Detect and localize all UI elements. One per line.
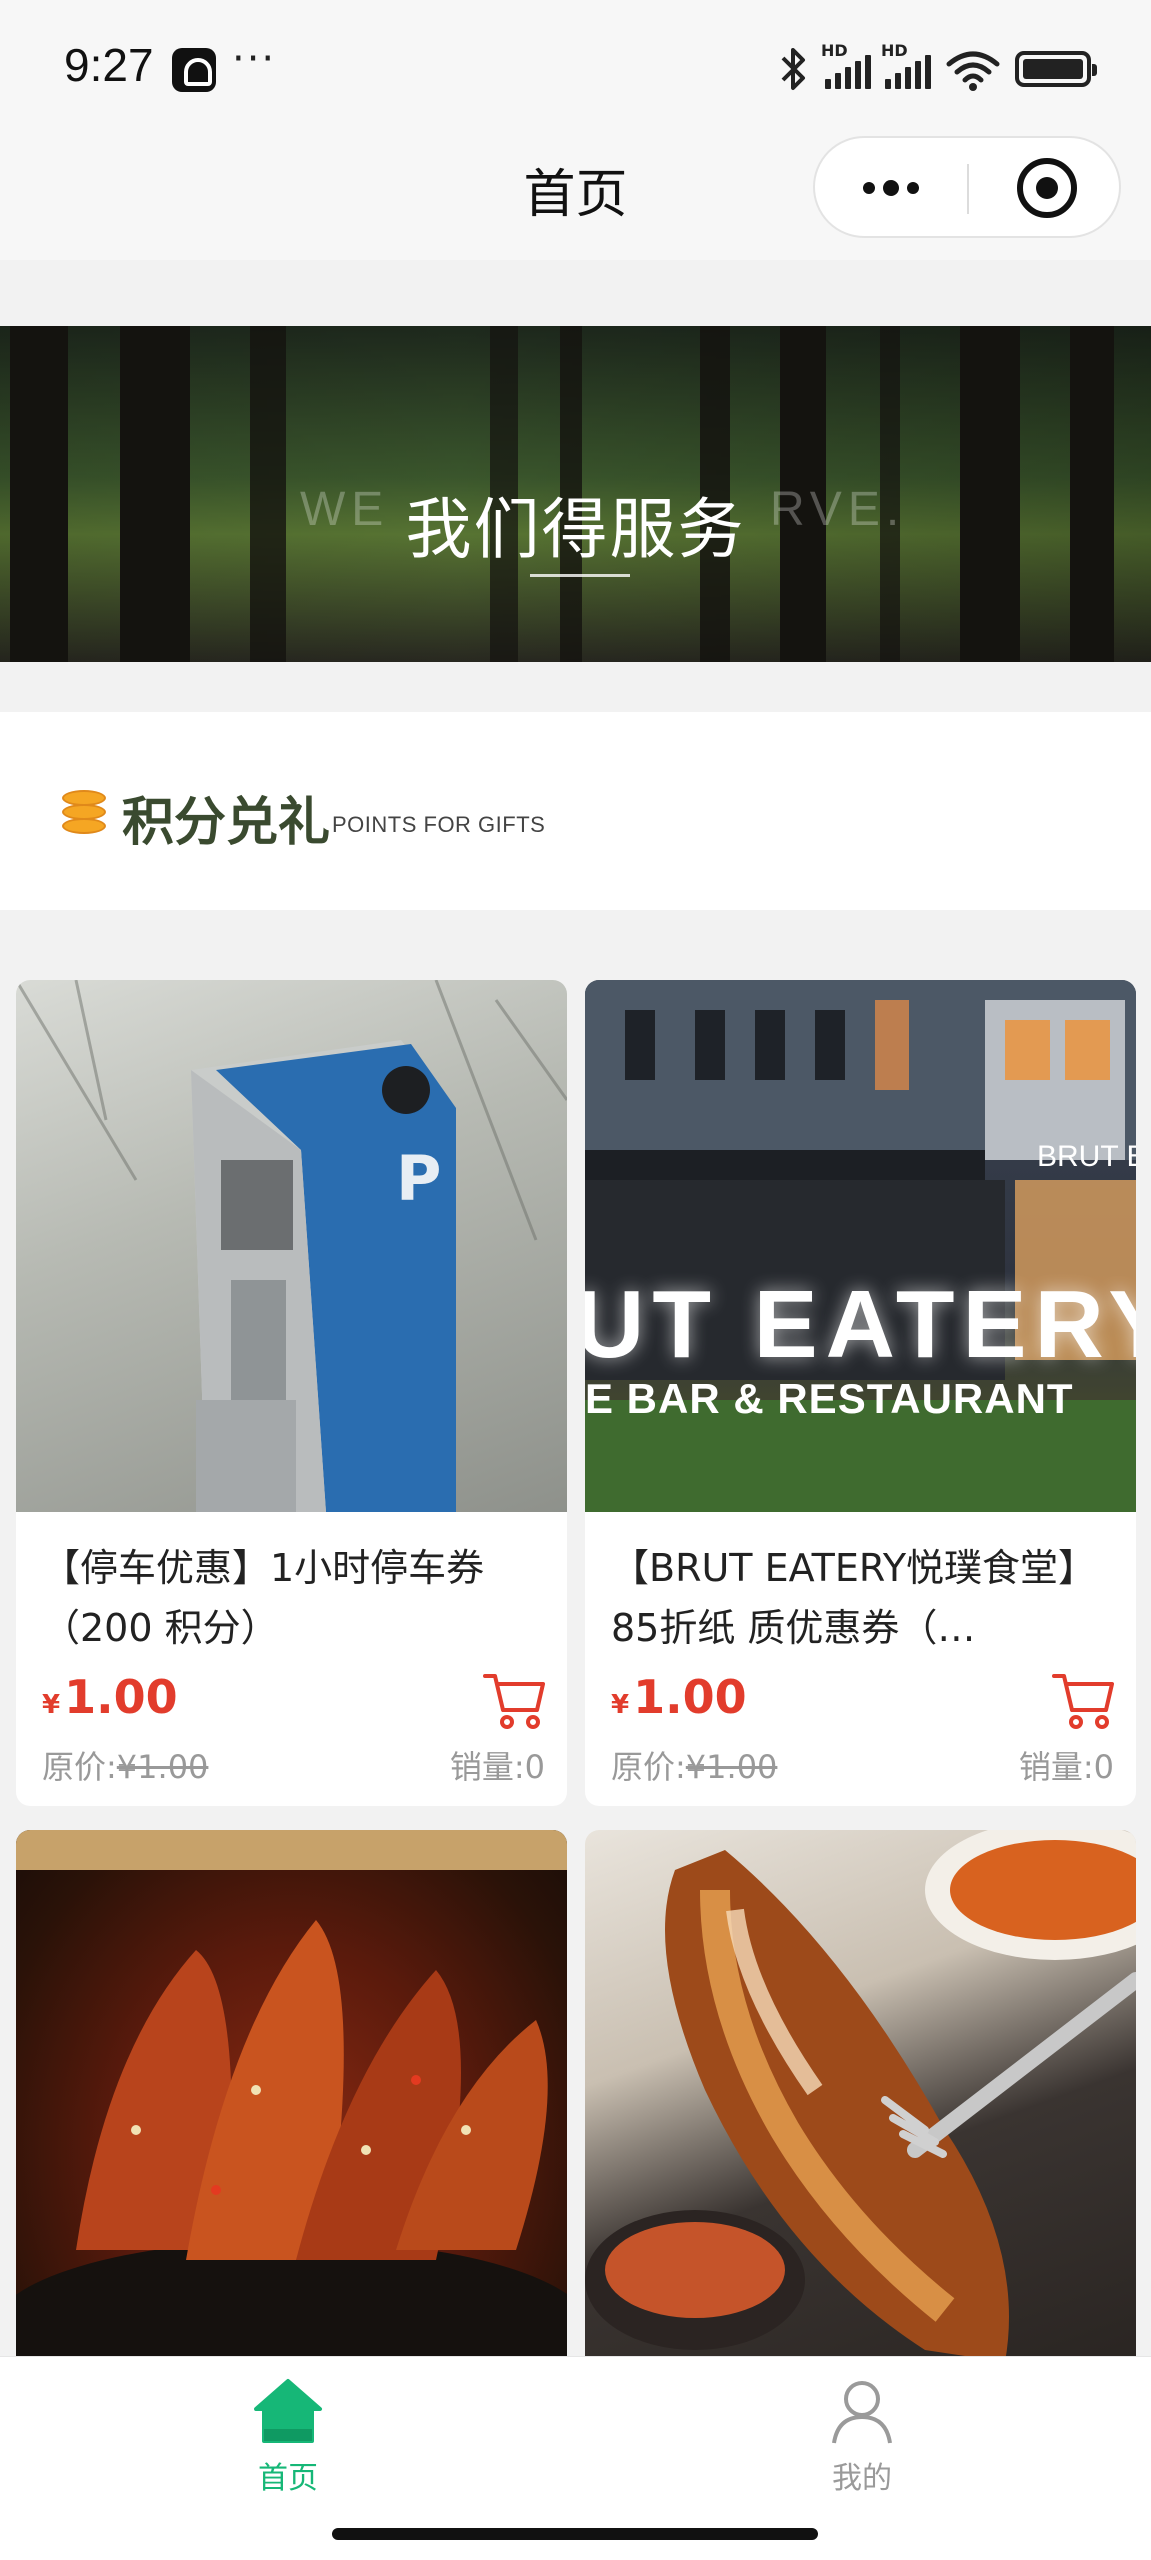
original-price-label: 原价:: [42, 1748, 117, 1786]
more-options-button[interactable]: [815, 138, 967, 238]
product-price: ¥1.00: [611, 1670, 747, 1724]
signal-icon-2: HD: [881, 41, 931, 89]
notification-app-icon: [172, 48, 216, 92]
tab-home-label: 首页: [258, 2461, 318, 2496]
original-price: 原价:¥1.00: [42, 1742, 208, 1788]
tab-home[interactable]: 首页: [188, 2377, 388, 2497]
original-price-value: ¥1.00: [685, 1748, 778, 1786]
original-price: 原价:¥1.00: [611, 1742, 777, 1788]
product-price: ¥1.00: [42, 1670, 178, 1724]
original-price-label: 原价:: [611, 1748, 686, 1786]
cart-icon[interactable]: [1052, 1670, 1116, 1730]
restaurant-illustration: BRUT E: [585, 980, 1136, 1512]
original-price-value: ¥1.00: [116, 1748, 209, 1786]
sales-count: 销量:0: [449, 1748, 545, 1786]
section-subtitle: POINTS FOR GIFTS: [332, 812, 546, 837]
sales-count: 销量:0: [1018, 1748, 1114, 1786]
miniprogram-capsule: [813, 136, 1121, 238]
status-more-icon: ···: [232, 36, 277, 82]
parking-meter-illustration: P: [16, 980, 567, 1512]
banner-title: 我们得服务: [405, 491, 746, 568]
coins-icon: [62, 788, 110, 840]
price-value: 1.00: [633, 1670, 747, 1724]
product-image-duck-tongue[interactable]: [16, 1830, 567, 2362]
duck-tongue-illustration: [16, 1830, 567, 2362]
service-banner[interactable]: WE RVE. 我们得服务: [0, 326, 1151, 662]
tab-mine-label: 我的: [832, 2461, 892, 2496]
restaurant-sign-corner: BRUT E: [1037, 1140, 1136, 1173]
product-card[interactable]: P 【停车优惠】1小时停车券（200 积分） ¥1.00 原价:¥1.00 销量…: [16, 980, 567, 1806]
status-bar: 9:27 ··· HD HD: [0, 0, 1151, 130]
product-card[interactable]: [585, 1830, 1136, 2370]
product-name[interactable]: 【BRUT EATERY悦璞食堂】 85折纸 质优惠券（…: [611, 1538, 1111, 1658]
wifi-icon: [946, 51, 1000, 91]
section-title: 积分兑礼: [122, 793, 331, 853]
product-name[interactable]: 【停车优惠】1小时停车券（200 积分）: [42, 1538, 542, 1658]
points-for-gifts-header: 积分兑礼 POINTS FOR GIFTS: [0, 712, 1151, 910]
product-image-restaurant[interactable]: BRUT E UT EATERY E BAR & RESTAURANT BRUT…: [585, 980, 1136, 1512]
svg-text:P: P: [396, 1142, 441, 1215]
home-icon: [254, 2379, 322, 2443]
battery-icon: [1015, 51, 1097, 87]
currency-symbol: ¥: [42, 1690, 61, 1720]
restaurant-sign-sub: E BAR & RESTAURANT: [585, 1375, 1074, 1422]
bottom-tab-bar: 首页 我的: [0, 2356, 1151, 2560]
cart-icon[interactable]: [483, 1670, 547, 1730]
restaurant-sign-main: UT EATERY: [585, 1271, 1136, 1378]
tab-mine[interactable]: 我的: [762, 2377, 962, 2497]
user-icon: [832, 2381, 892, 2444]
status-icons: HD HD: [777, 41, 1097, 94]
product-image-grilled-fish[interactable]: [585, 1830, 1136, 2362]
close-miniprogram-button[interactable]: [1017, 158, 1077, 218]
nav-bar: 首页: [0, 130, 1151, 260]
grilled-fish-illustration: [585, 1830, 1136, 2362]
signal-icon: HD: [821, 41, 871, 89]
price-value: 1.00: [64, 1670, 178, 1724]
banner-underline: [530, 574, 630, 577]
product-card[interactable]: BRUT E UT EATERY E BAR & RESTAURANT BRUT…: [585, 980, 1136, 1806]
product-card[interactable]: [16, 1830, 567, 2370]
capsule-divider: [967, 164, 969, 214]
currency-symbol: ¥: [611, 1690, 630, 1720]
home-indicator[interactable]: [332, 2528, 818, 2540]
status-time: 9:27: [64, 39, 154, 91]
bluetooth-icon: [781, 48, 805, 90]
product-image-parking-meter[interactable]: P: [16, 980, 567, 1512]
